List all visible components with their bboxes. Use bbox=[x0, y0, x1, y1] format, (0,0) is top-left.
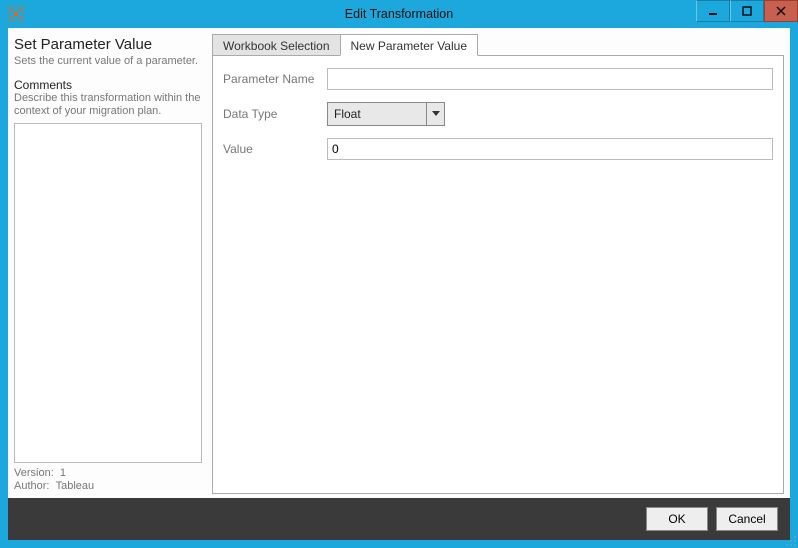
titlebar[interactable]: Edit Transformation bbox=[0, 0, 798, 28]
row-parameter-name: Parameter Name bbox=[223, 68, 773, 90]
sidebar-meta: Version: 1 Author: Tableau bbox=[14, 467, 202, 495]
comments-help: Describe this transformation within the … bbox=[14, 92, 202, 118]
sidebar: Set Parameter Value Sets the current val… bbox=[14, 34, 202, 494]
comments-textarea[interactable] bbox=[14, 123, 202, 463]
window-buttons bbox=[696, 0, 798, 22]
tab-workbook-selection[interactable]: Workbook Selection bbox=[212, 34, 341, 56]
row-value: Value bbox=[223, 138, 773, 160]
tabstrip: Workbook Selection New Parameter Value bbox=[212, 34, 784, 56]
parameter-name-input[interactable] bbox=[327, 68, 773, 90]
close-button[interactable] bbox=[764, 0, 798, 22]
maximize-button[interactable] bbox=[730, 0, 764, 22]
tab-new-parameter-value[interactable]: New Parameter Value bbox=[340, 34, 479, 56]
app-icon bbox=[6, 4, 26, 24]
content-area: Workbook Selection New Parameter Value P… bbox=[212, 34, 784, 494]
comments-heading: Comments bbox=[14, 78, 202, 92]
ok-button[interactable]: OK bbox=[646, 507, 708, 531]
sidebar-heading: Set Parameter Value bbox=[14, 36, 202, 53]
tab-panel: Parameter Name Data Type Float bbox=[212, 55, 784, 494]
author-label: Author: bbox=[14, 480, 49, 492]
version-label: Version: bbox=[14, 467, 54, 479]
main-area: Set Parameter Value Sets the current val… bbox=[8, 28, 790, 498]
footer: OK Cancel bbox=[8, 498, 790, 540]
window-frame: Edit Transformation Set Parameter Value … bbox=[0, 0, 798, 548]
data-type-select[interactable]: Float bbox=[327, 102, 445, 126]
version-value: 1 bbox=[60, 467, 66, 479]
cancel-button[interactable]: Cancel bbox=[716, 507, 778, 531]
parameter-name-label: Parameter Name bbox=[223, 72, 327, 86]
row-data-type: Data Type Float bbox=[223, 102, 773, 126]
minimize-button[interactable] bbox=[696, 0, 730, 22]
author-value: Tableau bbox=[56, 480, 95, 492]
window-title: Edit Transformation bbox=[0, 7, 798, 21]
chevron-down-icon bbox=[426, 103, 444, 125]
value-input[interactable] bbox=[327, 138, 773, 160]
client-area: Set Parameter Value Sets the current val… bbox=[8, 28, 790, 540]
sidebar-description: Sets the current value of a parameter. bbox=[14, 55, 202, 68]
tab-label: Workbook Selection bbox=[223, 39, 330, 53]
data-type-value: Float bbox=[328, 103, 426, 125]
tab-label: New Parameter Value bbox=[351, 39, 468, 53]
value-label: Value bbox=[223, 142, 327, 156]
data-type-label: Data Type bbox=[223, 107, 327, 121]
